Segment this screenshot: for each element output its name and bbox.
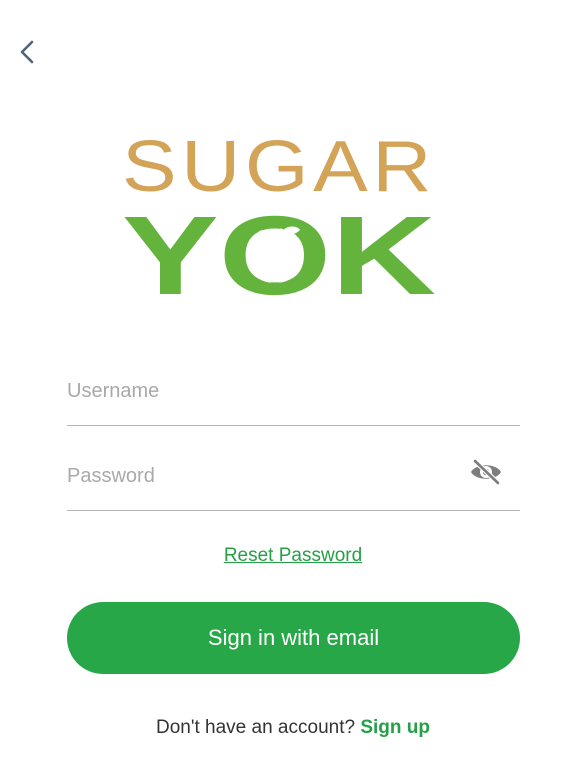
username-input[interactable]	[67, 373, 447, 409]
sugaryok-logo: SUGAR YOK	[118, 128, 440, 300]
password-input[interactable]	[67, 458, 447, 494]
sign-in-with-email-button[interactable]: Sign in with email	[67, 602, 520, 674]
logo-line1: SUGAR	[122, 128, 436, 198]
signup-prompt: Don't have an account? Sign up	[0, 717, 576, 739]
sign-in-button-label: Sign in with email	[207, 625, 380, 650]
eye-off-icon	[471, 459, 501, 485]
password-field	[67, 450, 520, 511]
logo-yok-text: YOK	[122, 202, 436, 300]
chevron-left-icon	[20, 40, 34, 64]
logo-sugar-text: SUGAR	[122, 128, 436, 198]
sign-up-link[interactable]: Sign up	[360, 717, 430, 738]
signup-prompt-text: Don't have an account?	[156, 717, 356, 738]
login-screen: SUGAR YOK Reset Password	[0, 0, 576, 768]
username-field	[67, 365, 520, 426]
back-button[interactable]	[10, 34, 46, 70]
reset-password-link[interactable]: Reset Password	[0, 545, 576, 567]
password-visibility-toggle[interactable]	[468, 454, 504, 490]
